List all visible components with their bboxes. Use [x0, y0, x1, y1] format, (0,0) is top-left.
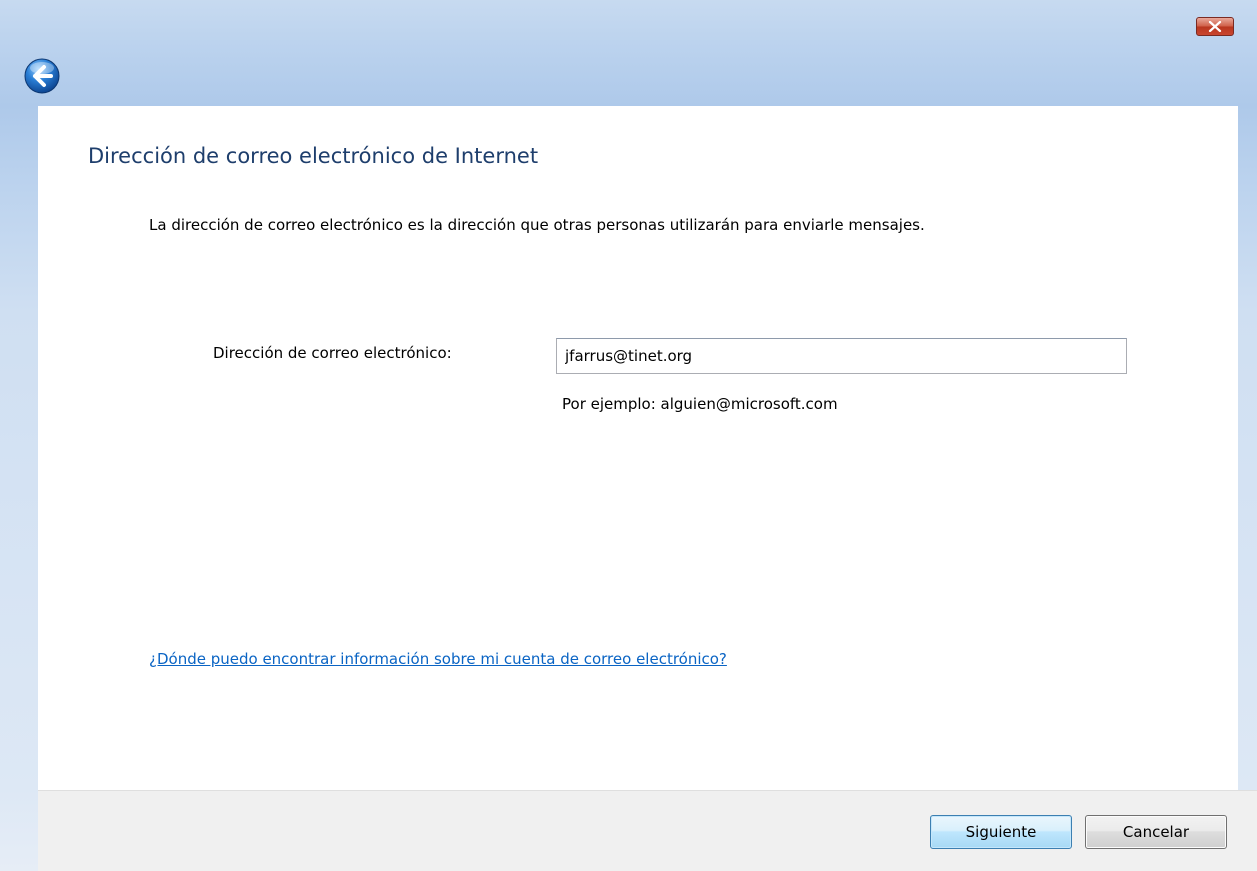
footer-left-frame — [0, 790, 38, 871]
help-link[interactable]: ¿Dónde puedo encontrar información sobre… — [149, 650, 727, 668]
right-frame — [1238, 106, 1257, 790]
next-button[interactable]: Siguiente — [930, 815, 1072, 849]
back-button[interactable] — [24, 58, 60, 94]
left-frame — [0, 106, 38, 790]
close-button[interactable] — [1196, 17, 1234, 36]
content-area — [38, 106, 1238, 790]
cancel-button[interactable]: Cancelar — [1085, 815, 1227, 849]
wizard-window: Dirección de correo electrónico de Inter… — [0, 0, 1257, 871]
email-input[interactable] — [556, 338, 1127, 374]
back-arrow-icon — [24, 58, 60, 94]
description-text: La dirección de correo electrónico es la… — [149, 216, 925, 234]
close-icon — [1208, 21, 1222, 32]
page-title: Dirección de correo electrónico de Inter… — [88, 144, 539, 168]
title-bar — [0, 0, 1257, 106]
email-label: Dirección de correo electrónico: — [213, 344, 452, 362]
email-example-text: Por ejemplo: alguien@microsoft.com — [562, 395, 838, 413]
